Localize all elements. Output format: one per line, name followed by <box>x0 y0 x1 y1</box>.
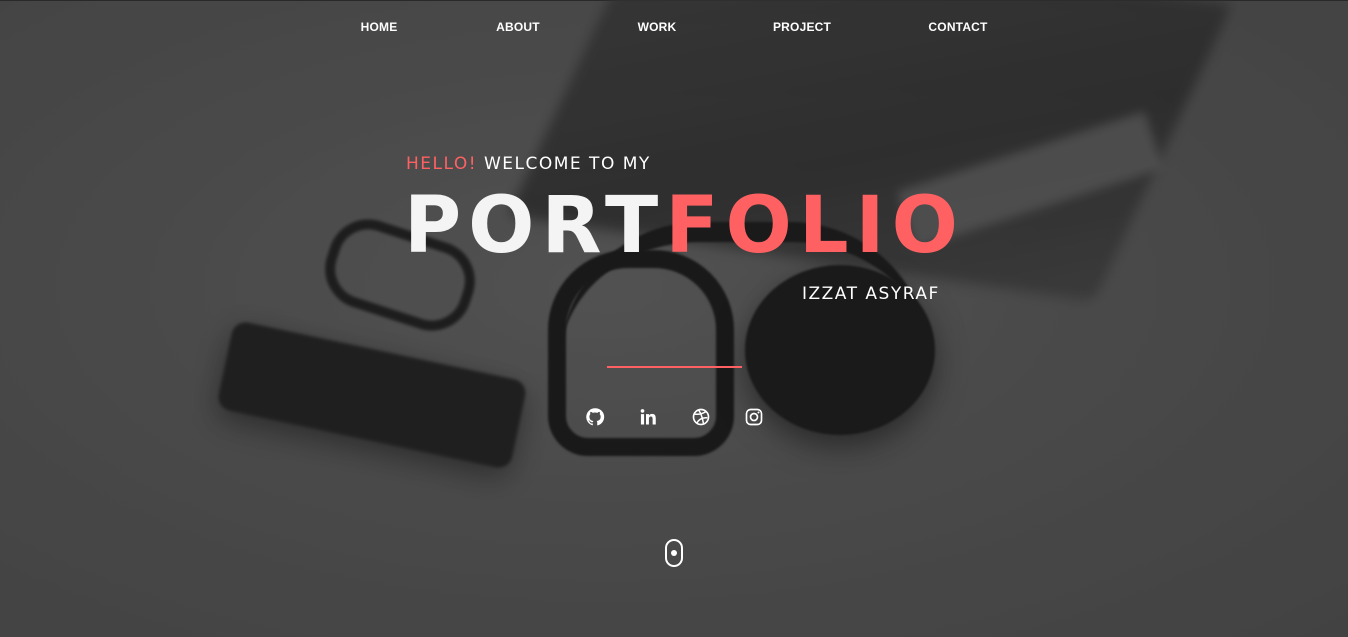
nav-item-project[interactable]: PROJECT <box>773 20 831 34</box>
github-link[interactable] <box>584 407 606 432</box>
nav-item-contact[interactable]: CONTACT <box>928 20 987 34</box>
hero-section: HOME ABOUT WORK PROJECT CONTACT HELLO! W… <box>0 0 1348 637</box>
greeting-hello: HELLO! <box>406 154 478 174</box>
main-nav: HOME ABOUT WORK PROJECT CONTACT <box>0 20 1348 36</box>
nav-item-about[interactable]: ABOUT <box>496 20 540 34</box>
title-part-folio: FOLIO <box>665 181 965 271</box>
linkedin-link[interactable] <box>637 408 659 430</box>
dribbble-link[interactable] <box>690 408 712 430</box>
page-title: PORTFOLIO <box>404 180 965 272</box>
github-icon <box>585 407 605 432</box>
scroll-dot <box>671 550 677 556</box>
owner-name: IZZAT ASYRAF <box>802 284 940 304</box>
greeting-welcome: WELCOME TO MY <box>483 154 651 174</box>
instagram-icon <box>744 407 764 432</box>
greeting: HELLO! WELCOME TO MY <box>406 154 651 174</box>
title-part-port: PORT <box>404 181 666 271</box>
instagram-link[interactable] <box>743 408 765 430</box>
linkedin-icon <box>638 407 658 432</box>
accent-divider <box>607 366 742 368</box>
dribbble-icon <box>691 407 711 432</box>
nav-item-work[interactable]: WORK <box>638 20 677 34</box>
nav-item-home[interactable]: HOME <box>361 20 398 34</box>
mouse-scroll-icon[interactable] <box>665 539 683 567</box>
